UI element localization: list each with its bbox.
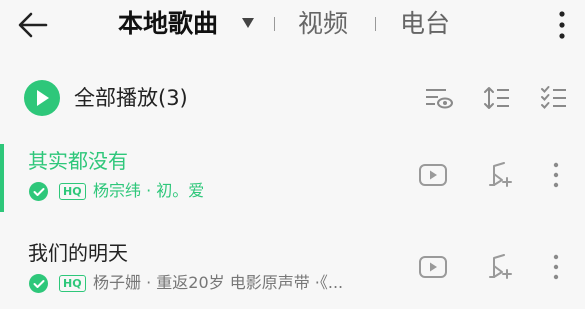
mv-button[interactable] bbox=[416, 250, 450, 284]
play-all-button[interactable] bbox=[24, 80, 60, 116]
sort-button[interactable] bbox=[482, 83, 512, 113]
play-all-label[interactable]: 全部播放(3) bbox=[74, 84, 188, 112]
quality-badge: HQ bbox=[59, 275, 86, 292]
tab-videos[interactable]: 视频 bbox=[298, 8, 348, 40]
add-to-playlist-icon bbox=[489, 254, 512, 279]
more-options-button[interactable] bbox=[552, 6, 572, 44]
play-icon bbox=[37, 90, 49, 106]
top-bar: 本地歌曲 视频 电台 bbox=[0, 0, 585, 52]
dropdown-caret-icon[interactable] bbox=[241, 17, 255, 29]
downloaded-badge bbox=[29, 274, 48, 293]
downloaded-badge bbox=[29, 182, 48, 201]
song-title: 我们的明天 bbox=[28, 241, 128, 265]
multi-select-button[interactable] bbox=[539, 83, 569, 113]
more-vertical-icon bbox=[553, 254, 559, 280]
tab-divider bbox=[375, 17, 376, 31]
now-playing-indicator bbox=[0, 144, 4, 212]
song-title: 其实都没有 bbox=[28, 149, 128, 173]
add-to-playlist-button[interactable] bbox=[484, 250, 518, 284]
check-icon bbox=[33, 279, 44, 288]
song-artist-album: 杨子姗 · 重返20岁 电影原声带 ·《... bbox=[93, 273, 344, 292]
multi-select-icon bbox=[541, 86, 566, 109]
tab-local-songs[interactable]: 本地歌曲 bbox=[118, 8, 218, 40]
video-play-icon bbox=[419, 256, 447, 278]
video-play-icon bbox=[419, 164, 447, 186]
play-all-row: 全部播放(3) bbox=[0, 72, 585, 124]
check-icon bbox=[33, 187, 44, 196]
sort-icon bbox=[484, 87, 509, 109]
tab-divider bbox=[274, 17, 275, 31]
more-vertical-icon bbox=[553, 162, 559, 188]
filter-button[interactable] bbox=[424, 83, 454, 113]
more-vertical-icon bbox=[559, 11, 565, 39]
song-more-button[interactable] bbox=[539, 250, 573, 284]
back-button[interactable] bbox=[14, 6, 52, 44]
add-to-playlist-icon bbox=[489, 162, 512, 187]
add-to-playlist-button[interactable] bbox=[484, 158, 518, 192]
song-more-button[interactable] bbox=[539, 158, 573, 192]
eye-filter-icon bbox=[426, 89, 453, 109]
quality-badge: HQ bbox=[59, 183, 86, 200]
tab-radio[interactable]: 电台 bbox=[400, 8, 450, 40]
back-arrow-icon bbox=[18, 12, 48, 38]
song-row[interactable]: 我们的明天 HQ 杨子姗 · 重返20岁 电影原声带 ·《... bbox=[0, 232, 585, 308]
song-artist-album: 杨宗纬 · 初。爱 bbox=[93, 181, 205, 200]
mv-button[interactable] bbox=[416, 158, 450, 192]
song-row[interactable]: 其实都没有 HQ 杨宗纬 · 初。爱 bbox=[0, 140, 585, 216]
